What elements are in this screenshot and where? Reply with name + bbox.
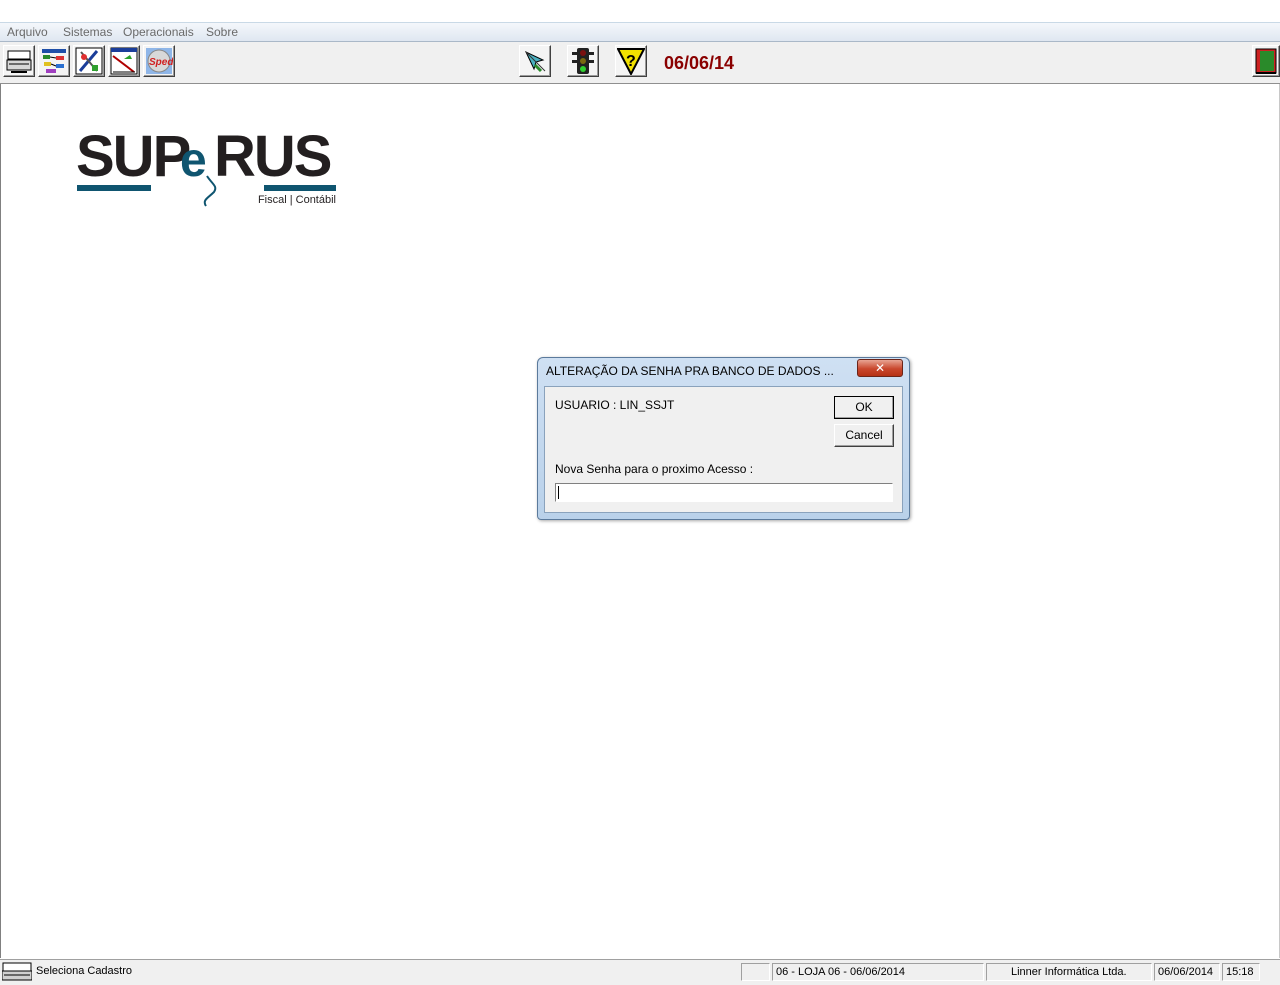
status-company: Linner Informática Ltda. (986, 963, 1152, 981)
close-icon: ✕ (874, 361, 886, 375)
tools-button[interactable] (73, 45, 105, 77)
password-change-dialog: ALTERAÇÃO DA SENHA PRA BANCO DE DADOS ..… (537, 357, 910, 520)
cancel-button[interactable]: Cancel (834, 424, 894, 447)
dialog-title: ALTERAÇÃO DA SENHA PRA BANCO DE DADOS ..… (546, 364, 834, 378)
flowchart-button[interactable] (38, 45, 70, 77)
traffic-light-icon (572, 48, 594, 74)
menu-sistemas[interactable]: Sistemas (63, 25, 112, 39)
exit-door-icon (1255, 48, 1277, 74)
keyboard-printer-icon (6, 50, 32, 73)
ok-button[interactable]: OK (834, 396, 894, 419)
traffic-light-button[interactable] (567, 45, 599, 77)
svg-text:Sped: Sped (149, 57, 173, 68)
superus-logo: SUP e RUS Fiscal | Contábil (76, 124, 338, 210)
text-cursor (558, 486, 559, 499)
logo-tagline: Fiscal | Contábil (257, 194, 336, 206)
tools-icon (75, 47, 103, 75)
menu-operacionais[interactable]: Operacionais (123, 25, 194, 39)
dialog-body: USUARIO : LIN_SSJT OK Cancel Nova Senha … (544, 386, 903, 513)
mouse-pointer-icon (524, 50, 546, 73)
new-password-label: Nova Senha para o proximo Acesso : (555, 462, 754, 476)
svg-text:e: e (180, 134, 207, 187)
menu-bar: Arquivo Sistemas Operacionais Sobre (0, 23, 1280, 42)
main-client-area (0, 84, 1280, 958)
status-bar: Seleciona Cadastro 06 - LOJA 06 - 06/06/… (0, 959, 1280, 985)
sped-icon: Sped (146, 48, 173, 74)
chart-window-icon (110, 47, 138, 75)
chart-window-button[interactable] (108, 45, 140, 77)
status-store: 06 - LOJA 06 - 06/06/2014 (772, 963, 984, 981)
close-button[interactable]: ✕ (857, 359, 903, 377)
svg-text:?: ? (626, 53, 636, 70)
help-button[interactable]: ? (615, 45, 647, 77)
menu-arquivo[interactable]: Arquivo (7, 25, 48, 39)
sped-button[interactable]: Sped (143, 45, 175, 77)
menu-sobre[interactable]: Sobre (206, 25, 238, 39)
status-empty-panel (741, 963, 770, 981)
flowchart-icon (42, 49, 66, 73)
help-question-icon: ? (617, 48, 645, 75)
svg-text:SUP: SUP (76, 124, 190, 189)
toolbar: Sped ? 06/06/14 (0, 42, 1280, 84)
mouse-pointer-button[interactable] (519, 45, 551, 77)
status-action: Seleciona Cadastro (36, 965, 133, 977)
window-top-strip (0, 0, 1280, 23)
status-date: 06/06/2014 (1154, 963, 1220, 981)
keyboard-printer-button[interactable] (3, 45, 35, 77)
svg-text:RUS: RUS (214, 124, 331, 189)
new-password-input[interactable] (555, 483, 893, 502)
exit-button[interactable] (1252, 45, 1280, 77)
current-date-display: 06/06/14 (664, 53, 735, 73)
status-time: 15:18 (1222, 963, 1260, 981)
status-keyboard-icon (1, 962, 33, 982)
user-label: USUARIO : LIN_SSJT (555, 398, 675, 412)
